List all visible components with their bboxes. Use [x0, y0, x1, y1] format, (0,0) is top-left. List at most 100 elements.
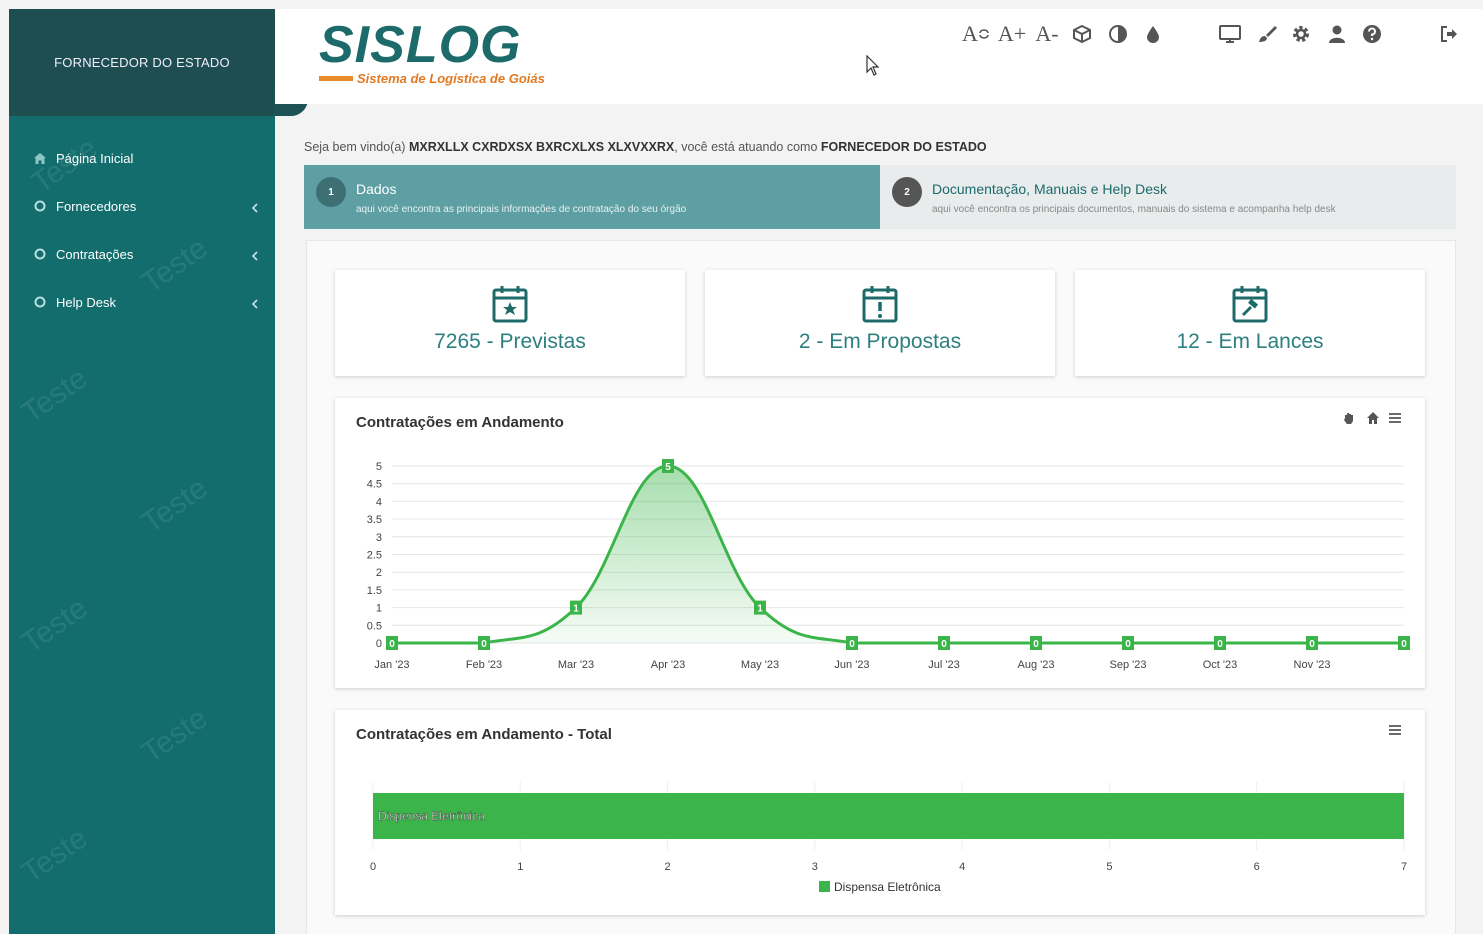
y-tick-label: 0.5 [367, 620, 382, 632]
sidebar-item-label: Fornecedores [56, 198, 137, 214]
font-decrease-button[interactable]: A- [1032, 21, 1062, 47]
logo[interactable]: SISLOG Sistema de Logística de Goiás [319, 19, 545, 86]
data-label: 0 [849, 639, 855, 650]
x-tick-label: Oct '23 [1203, 659, 1238, 671]
logo-text: SISLOG [319, 16, 522, 74]
tab-dados[interactable]: 1 Dados aqui você encontra as principais… [304, 165, 880, 229]
y-tick-label: 2 [376, 567, 382, 579]
stat-card-em-propostas[interactable]: 2 - Em Propostas [705, 270, 1055, 376]
monitor-icon[interactable] [1217, 21, 1243, 47]
y-tick-label: 1 [376, 603, 382, 615]
x-tick-label: 6 [1254, 861, 1260, 873]
stat-card-previstas[interactable]: 7265 - Previstas [335, 270, 685, 376]
legend-swatch [819, 881, 830, 892]
user-name: MXRXLLX CXRDXSX BXRCXLXS XLXVXXRX [408, 140, 675, 154]
chevron-left-icon [251, 201, 261, 213]
watermark: Teste [15, 361, 94, 430]
data-label: 0 [1309, 639, 1315, 650]
reset-arrows-icon [979, 29, 989, 39]
x-tick-label: 2 [665, 861, 671, 873]
y-tick-label: 1.5 [367, 585, 382, 597]
tab-description: aqui você encontra as principais informa… [356, 204, 687, 215]
x-tick-label: Aug '23 [1018, 659, 1055, 671]
font-increase-button[interactable]: A+ [996, 21, 1028, 47]
mouse-cursor-icon [866, 54, 880, 82]
x-tick-label: Sep '23 [1110, 659, 1147, 671]
tab-description: aqui você encontra os principais documen… [932, 204, 1336, 215]
sidebar: FORNECEDOR DO ESTADO Página Inicial Forn… [9, 9, 275, 934]
data-label: 0 [941, 639, 947, 650]
data-label: 0 [481, 639, 487, 650]
sidebar-item-fornecedores[interactable]: Fornecedores [9, 182, 275, 230]
sidebar-item-contratacoes[interactable]: Contratações [9, 230, 275, 278]
y-tick-label: 4.5 [367, 479, 382, 491]
watermark: Teste [15, 591, 94, 660]
calendar-gavel-icon [1231, 284, 1269, 324]
user-icon[interactable] [1325, 21, 1349, 47]
legend-label: Dispensa Eletrônica [834, 880, 941, 894]
bar-label: Dispensa Eletrônica [378, 809, 485, 823]
data-label: 1 [573, 604, 579, 615]
x-tick-label: 4 [959, 861, 965, 873]
drop-icon[interactable] [1141, 21, 1165, 47]
stat-card-em-lances[interactable]: 12 - Em Lances [1075, 270, 1425, 376]
brush-icon[interactable] [1255, 21, 1279, 47]
step-tabs: 1 Dados aqui você encontra as principais… [304, 165, 1456, 229]
area-chart: 00.511.522.533.544.550 01510 0 0 0 0 0 0Jan '23… [367, 459, 1410, 671]
font-reset-button[interactable]: A [958, 21, 994, 47]
stat-label: 7265 - Previstas [434, 330, 586, 353]
stat-label: 2 - Em Propostas [798, 330, 962, 353]
calendar-star-icon [491, 284, 529, 324]
x-tick-label: Jan '23 [374, 659, 409, 671]
y-tick-label: 0 [376, 638, 382, 650]
data-label: 0 [1033, 639, 1039, 650]
circle-icon [33, 247, 47, 261]
x-tick-label: 5 [1106, 861, 1112, 873]
data-label: 0 [1401, 639, 1407, 650]
circle-icon [33, 199, 47, 213]
tab-documentacao[interactable]: 2 Documentação, Manuais e Help Desk aqui… [880, 165, 1456, 229]
x-tick-label: 0 [370, 861, 376, 873]
sidebar-item-label: Help Desk [56, 294, 116, 310]
x-tick-label: 3 [812, 861, 818, 873]
bar-chart: 0 1 2 3 4 5 6 7 Dispensa Eletrônica Dispensa Elet… [370, 782, 1407, 894]
chart-card-andamento: Contratações em Andamento 0 0.5 1 1.5 2 2.5 3 3… [335, 398, 1425, 688]
sidebar-header: FORNECEDOR DO ESTADO [9, 9, 275, 116]
step-number: 2 [892, 177, 922, 207]
data-label: 0 [389, 639, 395, 650]
home-icon [33, 151, 47, 165]
user-role: FORNECEDOR DO ESTADO [820, 140, 987, 154]
data-label: 0 [1125, 639, 1131, 650]
y-tick-label: 2.5 [367, 550, 382, 562]
logo-subtitle: Sistema de Logística de Goiás [357, 71, 545, 86]
x-tick-label: Feb '23 [466, 659, 502, 671]
bar [373, 793, 1404, 839]
data-label: 0 [1217, 639, 1223, 650]
tab-title: Documentação, Manuais e Help Desk [932, 181, 1168, 197]
y-tick-label: 3 [376, 532, 382, 544]
x-tick-label: Jul '23 [928, 659, 959, 671]
sidebar-menu: Página Inicial Fornecedores Contratações [9, 134, 275, 326]
help-icon[interactable] [1360, 21, 1384, 47]
y-tick-label: 5 [376, 461, 382, 473]
data-label: 5 [665, 462, 671, 473]
calendar-alert-icon [861, 284, 899, 324]
x-tick-label: 7 [1401, 861, 1407, 873]
watermark: Teste [135, 701, 214, 770]
gear-icon[interactable] [1289, 21, 1313, 47]
x-tick-label: 1 [517, 861, 523, 873]
x-tick-label: Apr '23 [651, 659, 686, 671]
cube-icon[interactable] [1070, 21, 1094, 47]
data-label: 1 [757, 604, 763, 615]
sidebar-item-pagina-inicial[interactable]: Página Inicial [9, 134, 275, 182]
stat-label: 12 - Em Lances [1176, 330, 1324, 353]
contrast-icon[interactable] [1106, 21, 1130, 47]
x-tick-label: Nov '23 [1294, 659, 1331, 671]
circle-icon [33, 295, 47, 309]
welcome-message: Seja bem vindo(a) MXRXLLX CXRDXSX BXRCXL… [304, 140, 987, 154]
chevron-left-icon [251, 297, 261, 309]
y-tick-label: 4 [376, 496, 382, 508]
sidebar-item-label: Página Inicial [56, 150, 134, 166]
sidebar-item-help-desk[interactable]: Help Desk [9, 278, 275, 326]
logout-icon[interactable] [1437, 21, 1461, 47]
